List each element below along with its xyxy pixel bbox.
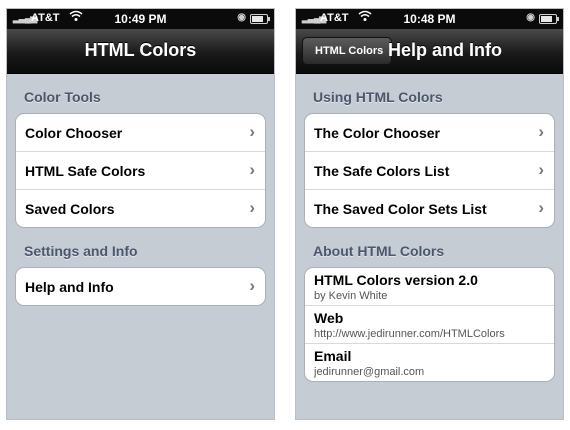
- row-safe-colors-list[interactable]: The Safe Colors List ›: [305, 151, 554, 189]
- info-title: Email: [314, 348, 352, 364]
- status-time: 10:49 PM: [114, 12, 167, 26]
- nav-title: HTML Colors: [84, 40, 197, 60]
- row-label: The Safe Colors List: [314, 163, 450, 179]
- info-row-version: HTML Colors version 2.0 by Kevin White: [305, 268, 554, 305]
- battery-icon: [250, 14, 270, 24]
- row-help-and-info[interactable]: Help and Info ›: [16, 268, 265, 305]
- status-time: 10:48 PM: [403, 12, 456, 26]
- navigation-bar: HTML Colors Help and Info: [296, 29, 563, 74]
- info-title: Web: [314, 310, 344, 326]
- table-view: Color Tools Color Chooser › HTML Safe Co…: [7, 74, 274, 306]
- section-group-settings-info: Help and Info ›: [15, 267, 266, 306]
- chevron-right-icon: ›: [538, 122, 544, 141]
- row-label: HTML Safe Colors: [25, 163, 146, 179]
- section-group-using-html-colors: The Color Chooser › The Safe Colors List…: [304, 113, 555, 228]
- row-label: The Color Chooser: [314, 125, 441, 141]
- row-label: Color Chooser: [25, 125, 123, 141]
- chevron-right-icon: ›: [249, 198, 255, 217]
- row-the-color-chooser[interactable]: The Color Chooser ›: [305, 114, 554, 151]
- row-label: Help and Info: [25, 279, 114, 295]
- chevron-right-icon: ›: [538, 160, 544, 179]
- rotation-lock-icon: ◉: [237, 12, 246, 23]
- section-header-using-html-colors: Using HTML Colors: [313, 89, 443, 105]
- phone-screen-right: ▂▃▄▅ AT&T 10:48 PM ◉ HTML Colors Help an…: [295, 8, 564, 420]
- phone-screen-left: ▂▃▄▅ AT&T 10:49 PM ◉ HTML Colors Color T…: [6, 8, 275, 420]
- nav-title: Help and Info: [388, 40, 502, 60]
- chevron-right-icon: ›: [538, 198, 544, 217]
- section-group-about: HTML Colors version 2.0 by Kevin White W…: [304, 267, 555, 382]
- chevron-right-icon: ›: [249, 276, 255, 295]
- status-bar: ▂▃▄▅ AT&T 10:48 PM ◉: [296, 9, 563, 29]
- navigation-bar: HTML Colors: [7, 29, 274, 74]
- status-bar: ▂▃▄▅ AT&T 10:49 PM ◉: [7, 9, 274, 29]
- info-row-web[interactable]: Web http://www.jedirunner.com/HTMLColors: [305, 305, 554, 343]
- info-detail-email[interactable]: jedirunner@gmail.com: [314, 366, 424, 378]
- row-label: Saved Colors: [25, 201, 115, 217]
- info-title: HTML Colors version 2.0: [314, 272, 478, 288]
- chevron-right-icon: ›: [249, 160, 255, 179]
- back-button[interactable]: HTML Colors: [302, 37, 393, 65]
- info-row-email[interactable]: Email jedirunner@gmail.com: [305, 343, 554, 381]
- row-html-safe-colors[interactable]: HTML Safe Colors ›: [16, 151, 265, 189]
- rotation-lock-icon: ◉: [526, 12, 535, 23]
- table-view: Using HTML Colors The Color Chooser › Th…: [296, 74, 563, 382]
- section-group-color-tools: Color Chooser › HTML Safe Colors › Saved…: [15, 113, 266, 228]
- section-header-about: About HTML Colors: [313, 243, 445, 259]
- row-saved-colors[interactable]: Saved Colors ›: [16, 189, 265, 227]
- battery-icon: [539, 14, 559, 24]
- info-detail: by Kevin White: [314, 290, 388, 302]
- row-saved-color-sets-list[interactable]: The Saved Color Sets List ›: [305, 189, 554, 227]
- section-header-color-tools: Color Tools: [24, 89, 101, 105]
- section-header-settings-info: Settings and Info: [24, 243, 138, 259]
- chevron-right-icon: ›: [249, 122, 255, 141]
- row-color-chooser[interactable]: Color Chooser ›: [16, 114, 265, 151]
- row-label: The Saved Color Sets List: [314, 201, 487, 217]
- info-detail-link[interactable]: http://www.jedirunner.com/HTMLColors: [314, 328, 505, 340]
